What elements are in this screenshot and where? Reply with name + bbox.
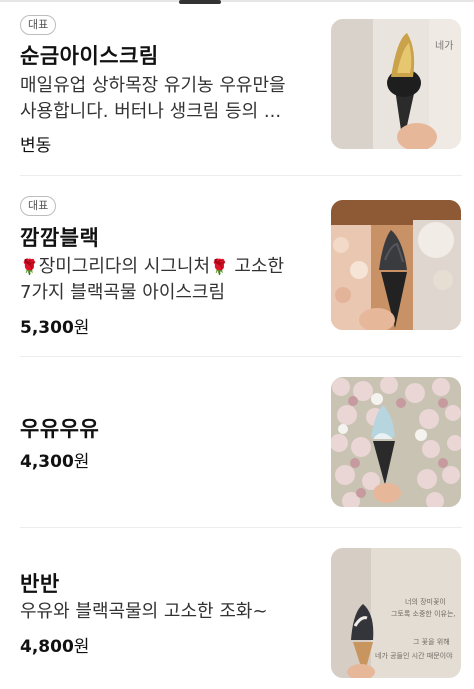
menu-item[interactable]: 우유우유 4,300원	[0, 357, 474, 527]
menu-item-price: 4,300원	[20, 447, 89, 472]
menu-item-name: 반반	[20, 572, 60, 596]
signature-badge: 대표	[20, 15, 57, 35]
rose-icon: 🌹	[210, 258, 229, 276]
menu-item[interactable]: 반반 우유와 블랙곡물의 고소한 조화~ 4,800원 너의 장미꽃이 그토록 …	[0, 528, 474, 689]
half-half-ice-cream-image: 너의 장미꽃이 그토록 소중한 이유는, 그 꽃을 위해 네가 공들인 시간 때…	[331, 548, 461, 678]
menu-item[interactable]: 대표 깜깜블랙 🌹장미그리다의 시그니처🌹 고소한 7가지 블랙곡물 아이스크림…	[0, 176, 474, 356]
menu-item-description: 🌹장미그리다의 시그니처🌹 고소한 7가지 블랙곡물 아이스크림	[20, 254, 320, 306]
menu-item-name: 순금아이스크림	[20, 44, 159, 68]
menu-item-name: 우유우유	[20, 417, 100, 441]
description-line: 🌹장미그리다의 시그니처🌹 고소한	[20, 254, 320, 280]
black-ice-cream-photo	[331, 200, 461, 330]
price-unit: 원	[73, 452, 90, 472]
milk-ice-cream-image	[331, 377, 461, 507]
description-line: 우유와 블랙곡물의 고소한 조화~	[20, 601, 268, 622]
menu-item-description: 매일유업 상하목장 유기농 우유만을 사용합니다. 버터나 생크림 등의 ...	[20, 73, 320, 125]
gold-ice-cream-photo: 네가	[331, 19, 461, 149]
description-line: 7가지 블랙곡물 아이스크림	[20, 282, 226, 303]
description-line: 매일유업 상하목장 유기농 우유만을	[20, 75, 286, 96]
photo-text: 그 꽃을 위해	[413, 637, 450, 646]
photo-text: 네가 공들인 시간 때문이야	[375, 651, 453, 660]
gold-ice-cream-image: 네가	[331, 19, 461, 149]
menu-item-name: 깜깜블랙	[20, 226, 100, 250]
photo-text: 그토록 소중한 이유는,	[391, 609, 456, 618]
menu-item-price: 4,800원	[20, 632, 89, 657]
black-ice-cream-image	[331, 200, 461, 330]
menu-item-price: 5,300원	[20, 313, 89, 338]
menu-item-price: 변동	[20, 136, 52, 156]
photo-caption: 네가	[435, 40, 453, 52]
signature-badge: 대표	[20, 196, 57, 216]
half-half-ice-cream-photo: 너의 장미꽃이 그토록 소중한 이유는, 그 꽃을 위해 네가 공들인 시간 때…	[331, 548, 461, 678]
menu-item-description: 우유와 블랙곡물의 고소한 조화~	[20, 599, 320, 625]
description-text: 장미그리다의 시그니처	[38, 256, 211, 277]
description-text: 고소한	[228, 256, 285, 277]
price-value: 5,300	[20, 318, 74, 338]
rose-icon: 🌹	[20, 258, 39, 276]
milk-ice-cream-flowers-photo	[331, 377, 461, 507]
photo-text: 너의 장미꽃이	[405, 597, 446, 606]
price-unit: 원	[73, 318, 90, 338]
price-value: 4,800	[20, 637, 74, 657]
price-unit: 원	[73, 637, 90, 657]
price-value: 4,300	[20, 452, 74, 472]
description-line: 사용합니다. 버터나 생크림 등의 ...	[20, 101, 282, 122]
menu-item[interactable]: 대표 순금아이스크림 매일유업 상하목장 유기농 우유만을 사용합니다. 버터나…	[0, 0, 474, 175]
